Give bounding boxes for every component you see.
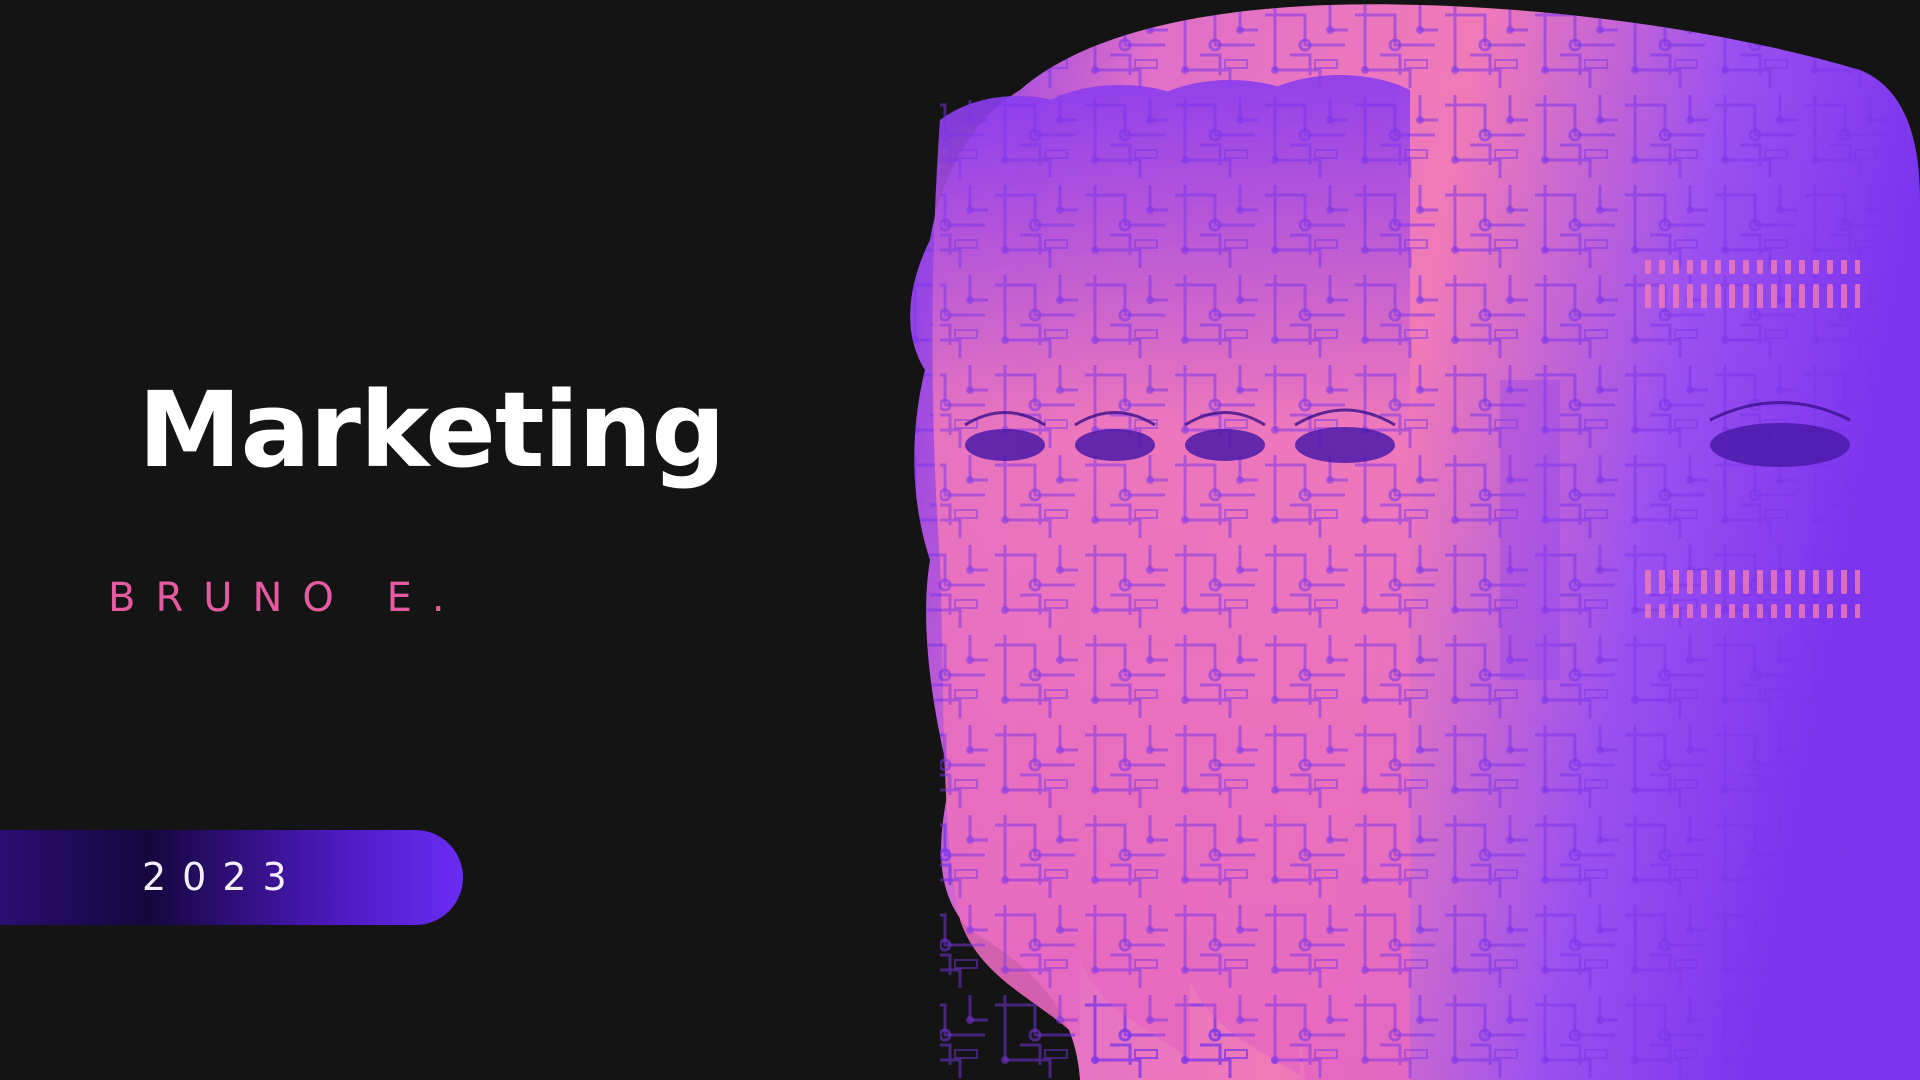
year-label: 2023	[142, 855, 303, 899]
author-name: BRUNO E.	[108, 575, 465, 621]
year-pill: 2023	[0, 830, 463, 925]
circuit-face-icon	[910, 4, 1920, 1080]
slide-title: Marketing	[138, 369, 726, 491]
title-slide: Marketing BRUNO E. 2023	[0, 0, 1920, 1080]
